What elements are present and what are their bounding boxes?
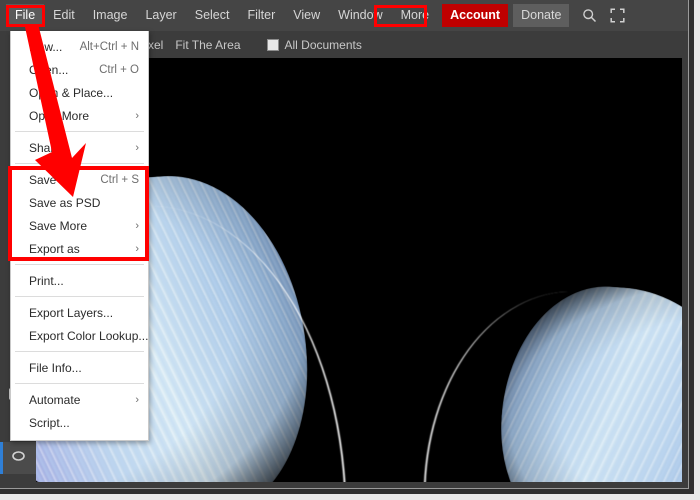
donate-button[interactable]: Donate — [513, 4, 570, 27]
all-documents-checkbox[interactable]: All Documents — [266, 37, 362, 52]
checkbox-box — [266, 38, 279, 51]
menu-separator — [15, 383, 144, 384]
menu-option-label: Open More — [29, 108, 90, 123]
menu-option-automate[interactable]: Automate › — [11, 388, 148, 411]
menu-option-label: Share — [29, 140, 62, 155]
menu-option-save-as-psd[interactable]: Save as PSD — [11, 191, 148, 214]
lasso-icon — [11, 450, 25, 461]
menu-option-new[interactable]: New... Alt+Ctrl + N — [11, 35, 148, 58]
unit-label: xel — [148, 37, 164, 52]
menu-option-export-as[interactable]: Export as › — [11, 237, 148, 260]
menu-option-open[interactable]: Open... Ctrl + O — [11, 58, 148, 81]
menu-option-open-more[interactable]: Open More › — [11, 104, 148, 127]
menu-item-file[interactable]: File — [6, 4, 45, 27]
menu-separator — [15, 264, 144, 265]
menu-item-select[interactable]: Select — [186, 4, 239, 27]
menu-option-label: Save as PSD — [29, 195, 101, 210]
lasso-tool[interactable] — [0, 442, 36, 474]
app-window: xel Fit The Area All Documents File Edit… — [0, 0, 700, 500]
menu-option-shortcut: Alt+Ctrl + N — [79, 40, 139, 53]
chevron-right-icon: › — [135, 109, 139, 122]
chevron-right-icon: › — [135, 219, 139, 232]
chevron-right-icon: › — [135, 393, 139, 406]
menu-option-label: Save — [29, 172, 57, 187]
menu-option-label: Export Color Lookup... — [29, 328, 149, 343]
menu-separator — [15, 163, 144, 164]
chevron-right-icon: › — [135, 141, 139, 154]
menu-option-label: Save More — [29, 218, 88, 233]
chevron-right-icon: › — [135, 242, 139, 255]
search-icon[interactable] — [581, 8, 597, 24]
menu-option-share[interactable]: Share › — [11, 136, 148, 159]
menu-separator — [15, 131, 144, 132]
menu-option-label: Automate — [29, 392, 81, 407]
menu-option-save[interactable]: Save Ctrl + S — [11, 168, 148, 191]
tool-selected-indicator — [0, 442, 3, 474]
menu-separator — [15, 296, 144, 297]
menu-option-label: Script... — [29, 415, 70, 430]
menu-option-label: New... — [29, 39, 63, 54]
menu-option-label: Print... — [29, 273, 64, 288]
menu-item-more[interactable]: More — [392, 4, 438, 27]
fit-the-area-button[interactable]: Fit The Area — [175, 38, 240, 52]
menu-option-export-color-lookup[interactable]: Export Color Lookup... — [11, 324, 148, 347]
file-dropdown-menu: New... Alt+Ctrl + N Open... Ctrl + O Ope… — [10, 31, 149, 441]
window-frame-inner: xel Fit The Area All Documents File Edit… — [0, 0, 689, 489]
menu-item-edit[interactable]: Edit — [44, 4, 84, 27]
menu-option-label: Open... — [29, 62, 69, 77]
menu-item-image[interactable]: Image — [84, 4, 137, 27]
menu-option-save-more[interactable]: Save More › — [11, 214, 148, 237]
menu-option-label: Open & Place... — [29, 85, 114, 100]
all-documents-label: All Documents — [284, 37, 362, 52]
menu-option-open-and-place[interactable]: Open & Place... — [11, 81, 148, 104]
menu-item-window[interactable]: Window — [329, 4, 391, 27]
menu-option-script[interactable]: Script... — [11, 411, 148, 434]
fullscreen-icon[interactable] — [609, 8, 625, 24]
menu-item-view[interactable]: View — [284, 4, 329, 27]
menu-option-shortcut: Ctrl + O — [99, 63, 139, 76]
account-button[interactable]: Account — [442, 4, 509, 27]
menu-option-label: Export Layers... — [29, 305, 114, 320]
artwork-right-wing-edge — [416, 289, 641, 482]
menu-option-label: File Info... — [29, 360, 82, 375]
menu-item-filter[interactable]: Filter — [238, 4, 284, 27]
menu-bar: File Edit Image Layer Select Filter View… — [0, 0, 688, 31]
menu-option-print[interactable]: Print... — [11, 269, 148, 292]
menu-item-layer[interactable]: Layer — [136, 4, 185, 27]
menu-option-file-info[interactable]: File Info... — [11, 356, 148, 379]
menu-option-shortcut: Ctrl + S — [100, 173, 139, 186]
menu-separator — [15, 351, 144, 352]
window-frame: xel Fit The Area All Documents File Edit… — [0, 0, 700, 500]
menu-option-label: Export as — [29, 241, 80, 256]
menu-option-export-layers[interactable]: Export Layers... — [11, 301, 148, 324]
